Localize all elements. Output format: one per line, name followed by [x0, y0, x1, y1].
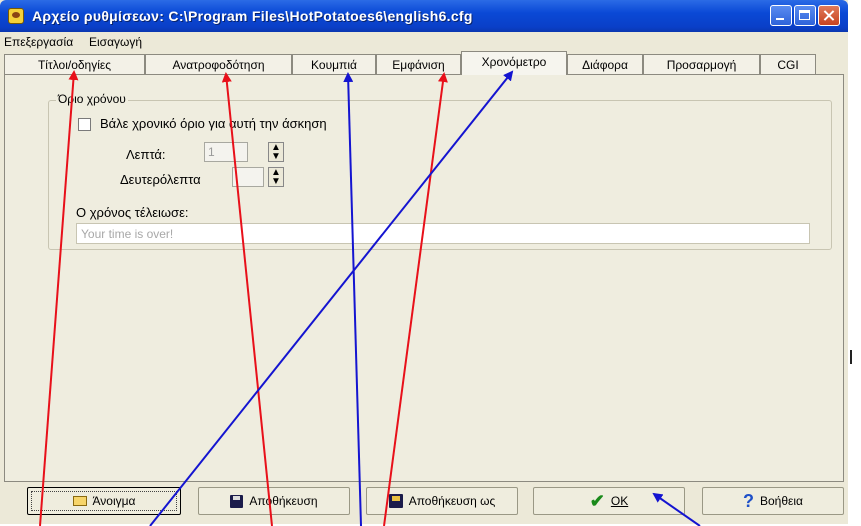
minutes-label: Λεπτά: [126, 147, 166, 162]
time-limit-checkbox[interactable] [78, 118, 91, 131]
checkmark-icon: ✔ [589, 491, 605, 511]
ok-button[interactable]: ✔ OK [533, 487, 685, 515]
save-as-button[interactable]: Αποθήκευση ως [366, 487, 518, 515]
help-button[interactable]: ? Βοήθεια [702, 487, 844, 515]
tab-other[interactable]: Διάφορα [567, 54, 643, 74]
open-button[interactable]: Άνοιγμα [27, 487, 181, 515]
floppy-save-as-icon [388, 494, 403, 508]
question-mark-icon: ? [743, 491, 754, 511]
menu-insert[interactable]: Εισαγωγή [89, 35, 142, 49]
menu-bar: Επεξεργασία Εισαγωγή [0, 33, 848, 50]
minimize-button[interactable] [770, 5, 792, 26]
edge-marker [850, 350, 852, 364]
seconds-spinner[interactable]: ▲ ▼ [268, 167, 284, 187]
minutes-spinner[interactable]: ▲ ▼ [268, 142, 284, 162]
tab-cgi[interactable]: CGI [760, 54, 816, 74]
tab-appearance[interactable]: Εμφάνιση [376, 54, 461, 74]
save-button[interactable]: Αποθήκευση [198, 487, 350, 515]
save-as-button-label: Αποθήκευση ως [408, 494, 496, 508]
minutes-input[interactable]: 1 [204, 142, 248, 162]
close-button[interactable] [818, 5, 840, 26]
seconds-label: Δευτερόλεπτα [120, 172, 201, 187]
maximize-button[interactable] [794, 5, 816, 26]
tab-buttons[interactable]: Κουμπιά [292, 54, 376, 74]
tab-timer[interactable]: Χρονόμετρο [461, 51, 567, 75]
app-icon [8, 8, 24, 24]
tab-feedback[interactable]: Ανατροφοδότηση [145, 54, 292, 74]
open-button-label: Άνοιγμα [92, 494, 136, 508]
tab-titles-instructions[interactable]: Τίτλοι/οδηγίες [4, 54, 145, 74]
save-button-label: Αποθήκευση [249, 494, 318, 508]
folder-open-icon [72, 496, 87, 506]
ok-button-label: OK [610, 494, 629, 508]
tab-strip: Τίτλοι/οδηγίες Ανατροφοδότηση Κουμπιά Εμ… [4, 51, 844, 75]
title-bar[interactable]: Αρχείο ρυθμίσεων: C:\Program Files\HotPo… [0, 0, 848, 32]
time-up-message-input[interactable]: Your time is over! [76, 223, 810, 244]
settings-window: Αρχείο ρυθμίσεων: C:\Program Files\HotPo… [0, 0, 848, 524]
menu-edit[interactable]: Επεξεργασία [4, 35, 73, 49]
window-title: Αρχείο ρυθμίσεων: C:\Program Files\HotPo… [32, 8, 473, 24]
time-limit-group-title: Όριο χρόνου [56, 92, 128, 106]
time-limit-checkbox-label: Βάλε χρονικό όριο για αυτή την άσκηση [100, 116, 327, 131]
help-button-label: Βοήθεια [760, 494, 803, 508]
seconds-input[interactable] [232, 167, 264, 187]
time-up-label: Ο χρόνος τέλειωσε: [76, 205, 189, 220]
floppy-disk-icon [230, 494, 244, 508]
tab-customize[interactable]: Προσαρμογή [643, 54, 760, 74]
